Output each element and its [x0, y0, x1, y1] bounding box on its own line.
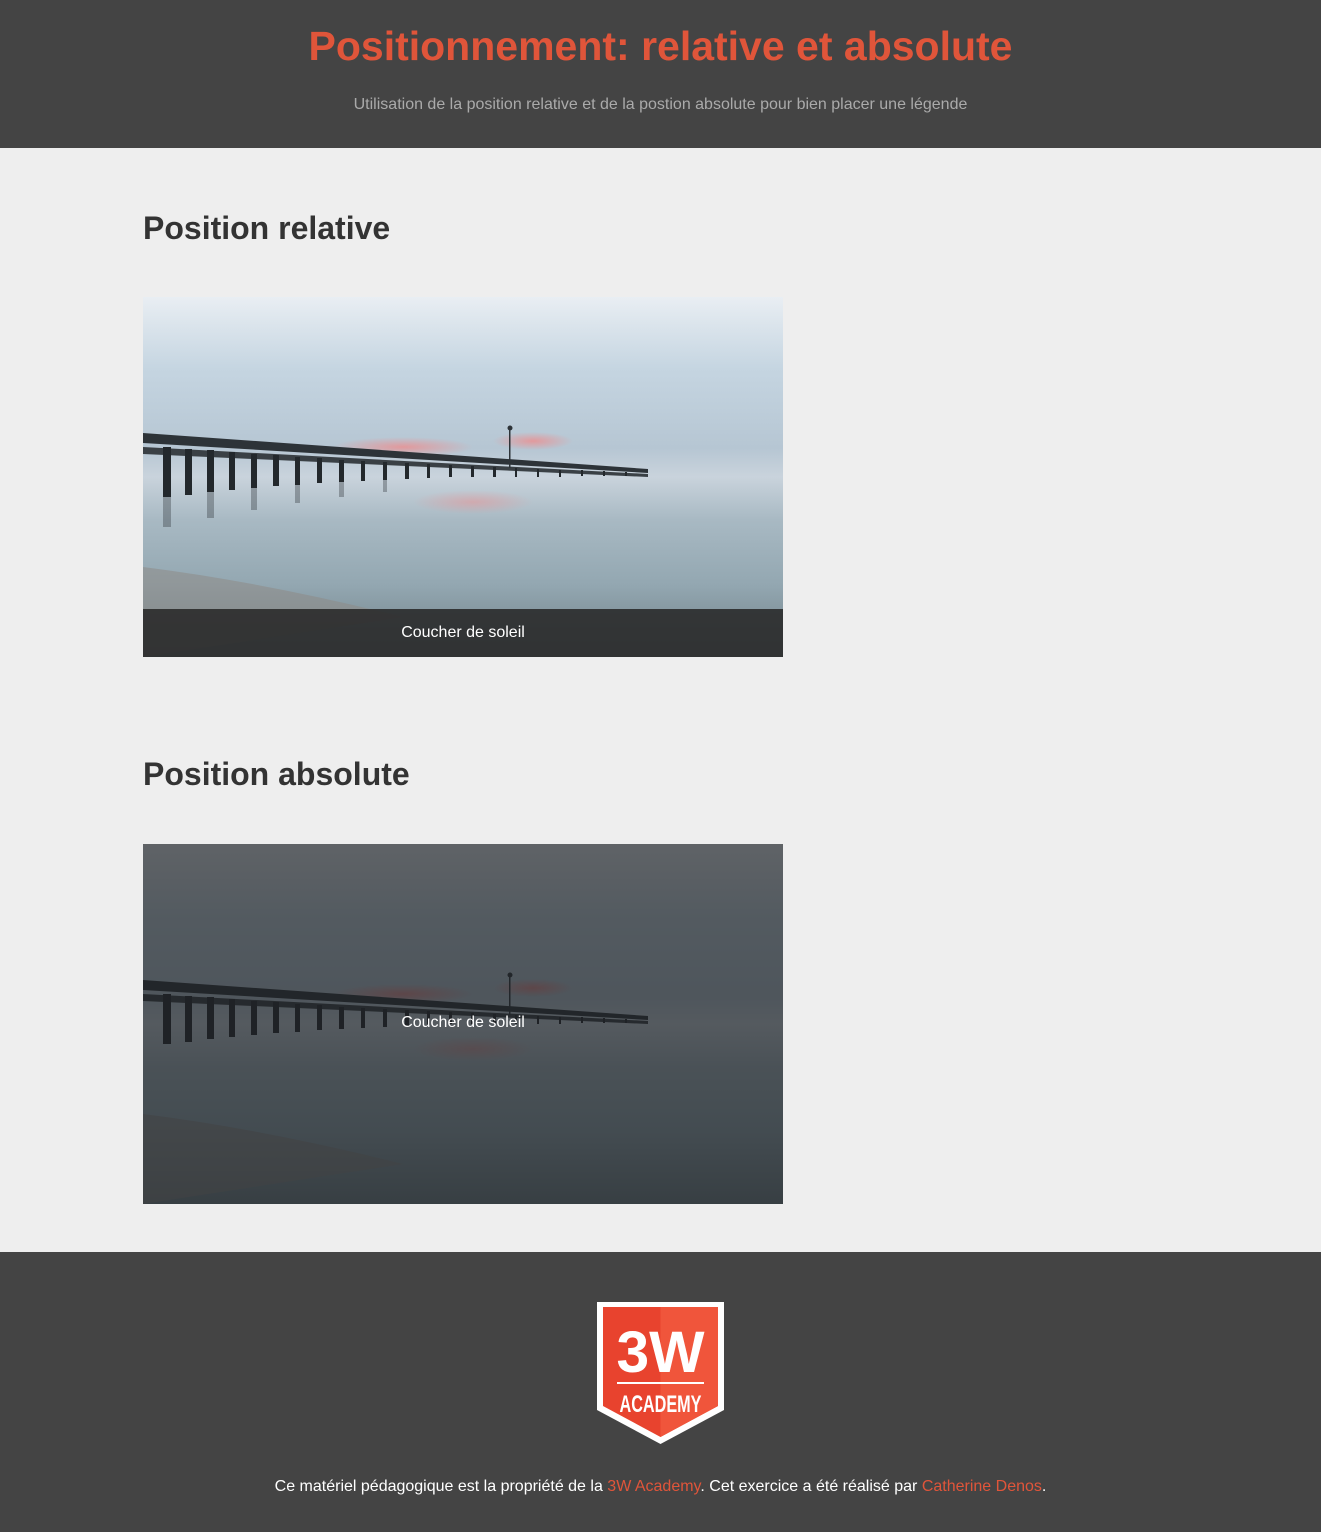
logo-text-top: 3W [617, 1320, 705, 1385]
figure-absolute: Coucher de soleil [143, 844, 783, 1204]
pier-photo [143, 297, 783, 657]
footer-text-part: . [1041, 1478, 1047, 1495]
main-content: Position relative Coucher de soleil Posi… [0, 148, 1321, 1252]
section-title-relative: Position relative [143, 210, 391, 246]
section-title-absolute: Position absolute [143, 756, 410, 792]
page-title: Positionnement: relative et absolute [308, 23, 1013, 69]
footer-credits: Ce matériel pédagogique est la propriété… [0, 1478, 1321, 1496]
page-footer: 3W ACADEMY Ce matériel pédagogique est l… [0, 1252, 1321, 1532]
caption-absolute: Coucher de soleil [401, 1014, 525, 1031]
footer-link-3w-academy[interactable]: 3W Academy [607, 1478, 700, 1495]
3w-academy-logo: 3W ACADEMY [597, 1302, 724, 1444]
page-subtitle: Utilisation de la position relative et d… [353, 96, 968, 113]
caption-relative: Coucher de soleil [143, 609, 783, 657]
figure-relative: Coucher de soleil [143, 297, 783, 657]
footer-text-part: . Cet exercice a été réalisé par [700, 1478, 922, 1495]
footer-text-part: Ce matériel pédagogique est la propriété… [274, 1478, 608, 1495]
logo-text-bottom: ACADEMY [620, 1391, 702, 1418]
footer-link-author[interactable]: Catherine Denos [922, 1478, 1042, 1495]
page-header: Positionnement: relative et absolute Uti… [0, 0, 1321, 148]
